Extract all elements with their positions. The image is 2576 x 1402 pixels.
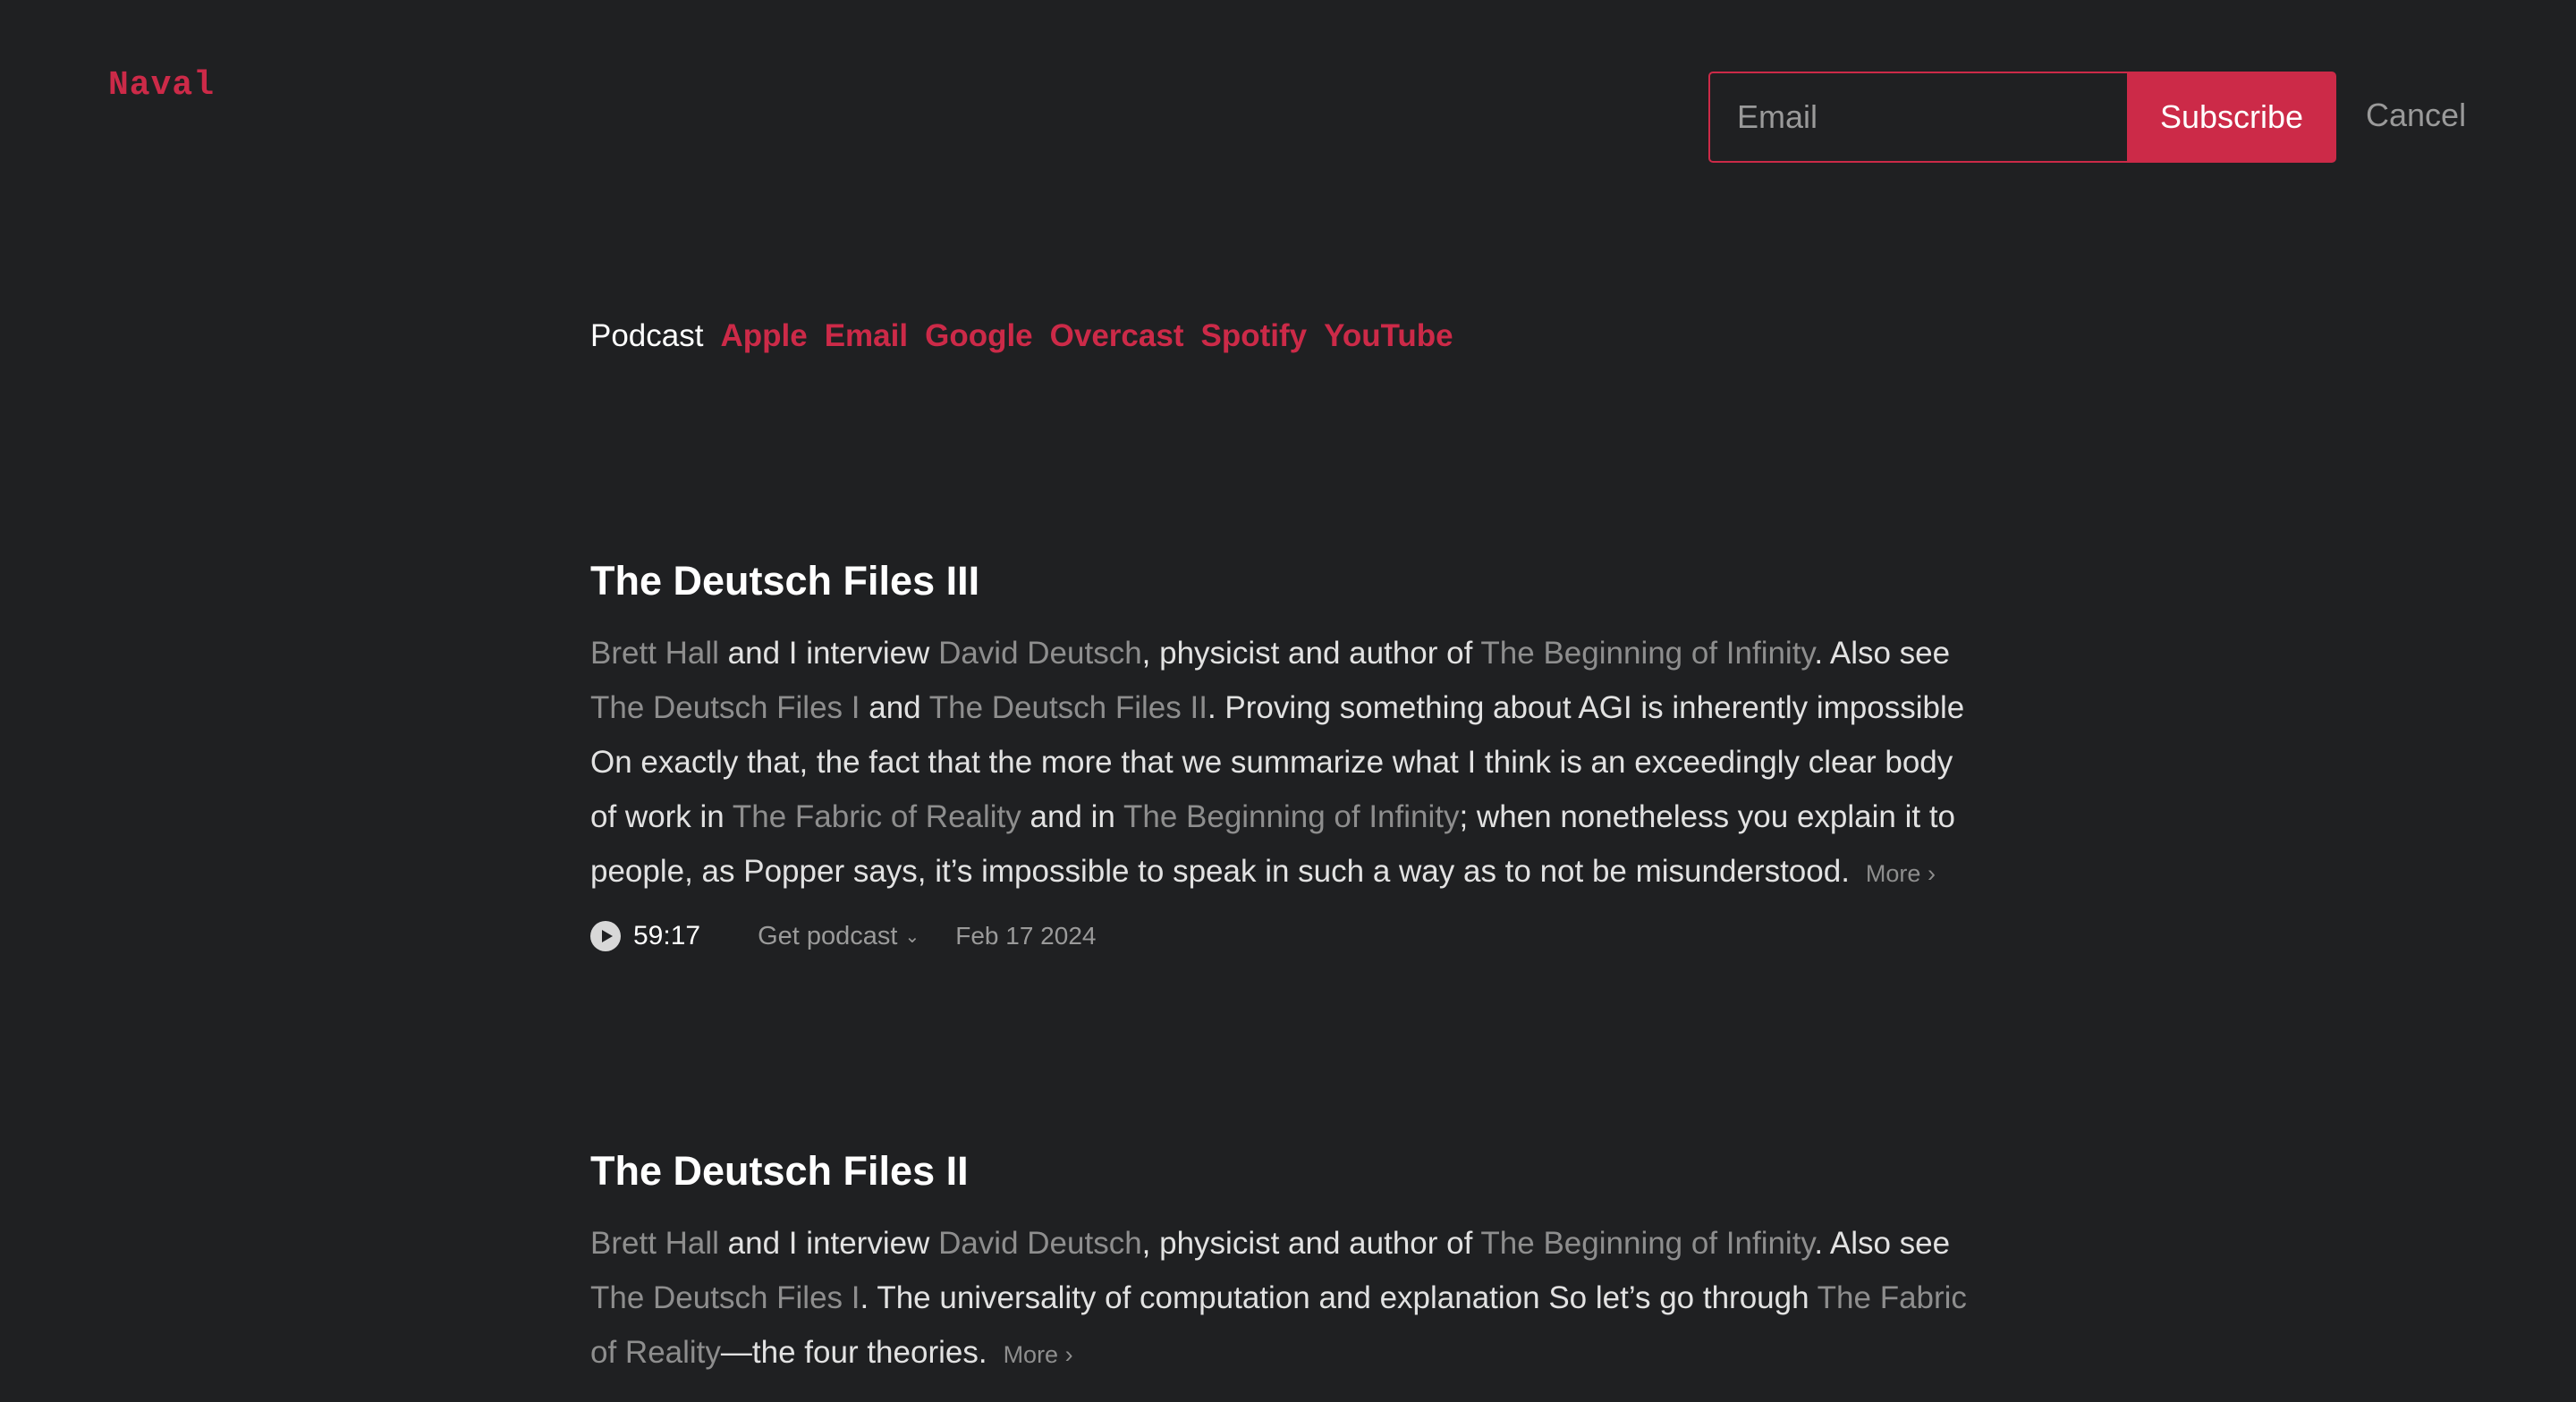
podcast-link-google[interactable]: Google [925,318,1033,354]
subscribe-button[interactable]: Subscribe [2127,72,2336,163]
description-text: . Also see [1814,636,1951,671]
description-link[interactable]: David Deutsch [938,636,1142,671]
more-link[interactable]: More › [1004,1341,1073,1368]
episode-description: Brett Hall and I interview David Deutsch… [590,1216,1986,1382]
description-link[interactable]: Brett Hall [590,636,719,671]
description-link[interactable]: David Deutsch [938,1226,1142,1261]
episode-description: Brett Hall and I interview David Deutsch… [590,626,1986,901]
podcast-link-spotify[interactable]: Spotify [1200,318,1307,354]
podcast-link-email[interactable]: Email [825,318,908,354]
podcast-link-overcast[interactable]: Overcast [1050,318,1184,354]
description-text: and [860,690,929,725]
episode-duration: 59:17 [633,921,701,950]
description-text: and I interview [718,636,939,671]
episode-card: The Deutsch Files III Brett Hall and I i… [590,553,1986,951]
podcast-link-youtube[interactable]: YouTube [1324,318,1453,354]
page: Naval Subscribe Cancel Podcast Apple Ema… [0,0,2576,1402]
description-link[interactable]: The Deutsch Files I [590,1280,860,1315]
description-link[interactable]: The Beginning of Infinity [1480,636,1814,671]
podcast-link-apple[interactable]: Apple [720,318,807,354]
episode-title[interactable]: The Deutsch Files II [590,1143,1986,1200]
episode-title[interactable]: The Deutsch Files III [590,553,1986,610]
description-text: —the four theories. [720,1335,987,1370]
description-link[interactable]: The Fabric of Reality [733,799,1021,834]
play-button[interactable]: 59:17 [590,921,700,951]
more-link[interactable]: More › [1866,860,1936,887]
description-text: , physicist and author of [1141,1226,1481,1261]
episode-meta: 59:17 Get podcast ⌄ Feb 17 2024 [590,921,1986,951]
description-link[interactable]: The Deutsch Files II [929,690,1208,725]
play-circle-icon [590,921,621,951]
description-text: and in [1021,799,1123,834]
description-text: , physicist and author of [1141,636,1481,671]
description-link[interactable]: The Beginning of Infinity [1123,799,1460,834]
episode-card: The Deutsch Files II Brett Hall and I in… [590,1143,1986,1382]
podcast-nav: Podcast Apple Email Google Overcast Spot… [590,318,1453,354]
description-link[interactable]: Brett Hall [590,1226,719,1261]
description-text: and I interview [718,1226,939,1261]
description-link[interactable]: The Beginning of Infinity [1480,1226,1814,1261]
subscribe-form: Subscribe [1708,72,2336,163]
description-link[interactable]: The Deutsch Files I [590,690,860,725]
episode-date: Feb 17 2024 [955,922,1097,950]
description-text: . The universality of computation and ex… [860,1280,1818,1315]
chevron-down-icon: ⌄ [904,926,920,947]
podcast-label: Podcast [590,318,704,353]
get-podcast-label: Get podcast [758,921,898,950]
get-podcast-dropdown[interactable]: Get podcast ⌄ [758,922,919,951]
email-input[interactable] [1708,72,2127,163]
description-text: . Also see [1814,1226,1951,1261]
cancel-link[interactable]: Cancel [2366,97,2466,134]
brand-logo[interactable]: Naval [108,66,215,105]
